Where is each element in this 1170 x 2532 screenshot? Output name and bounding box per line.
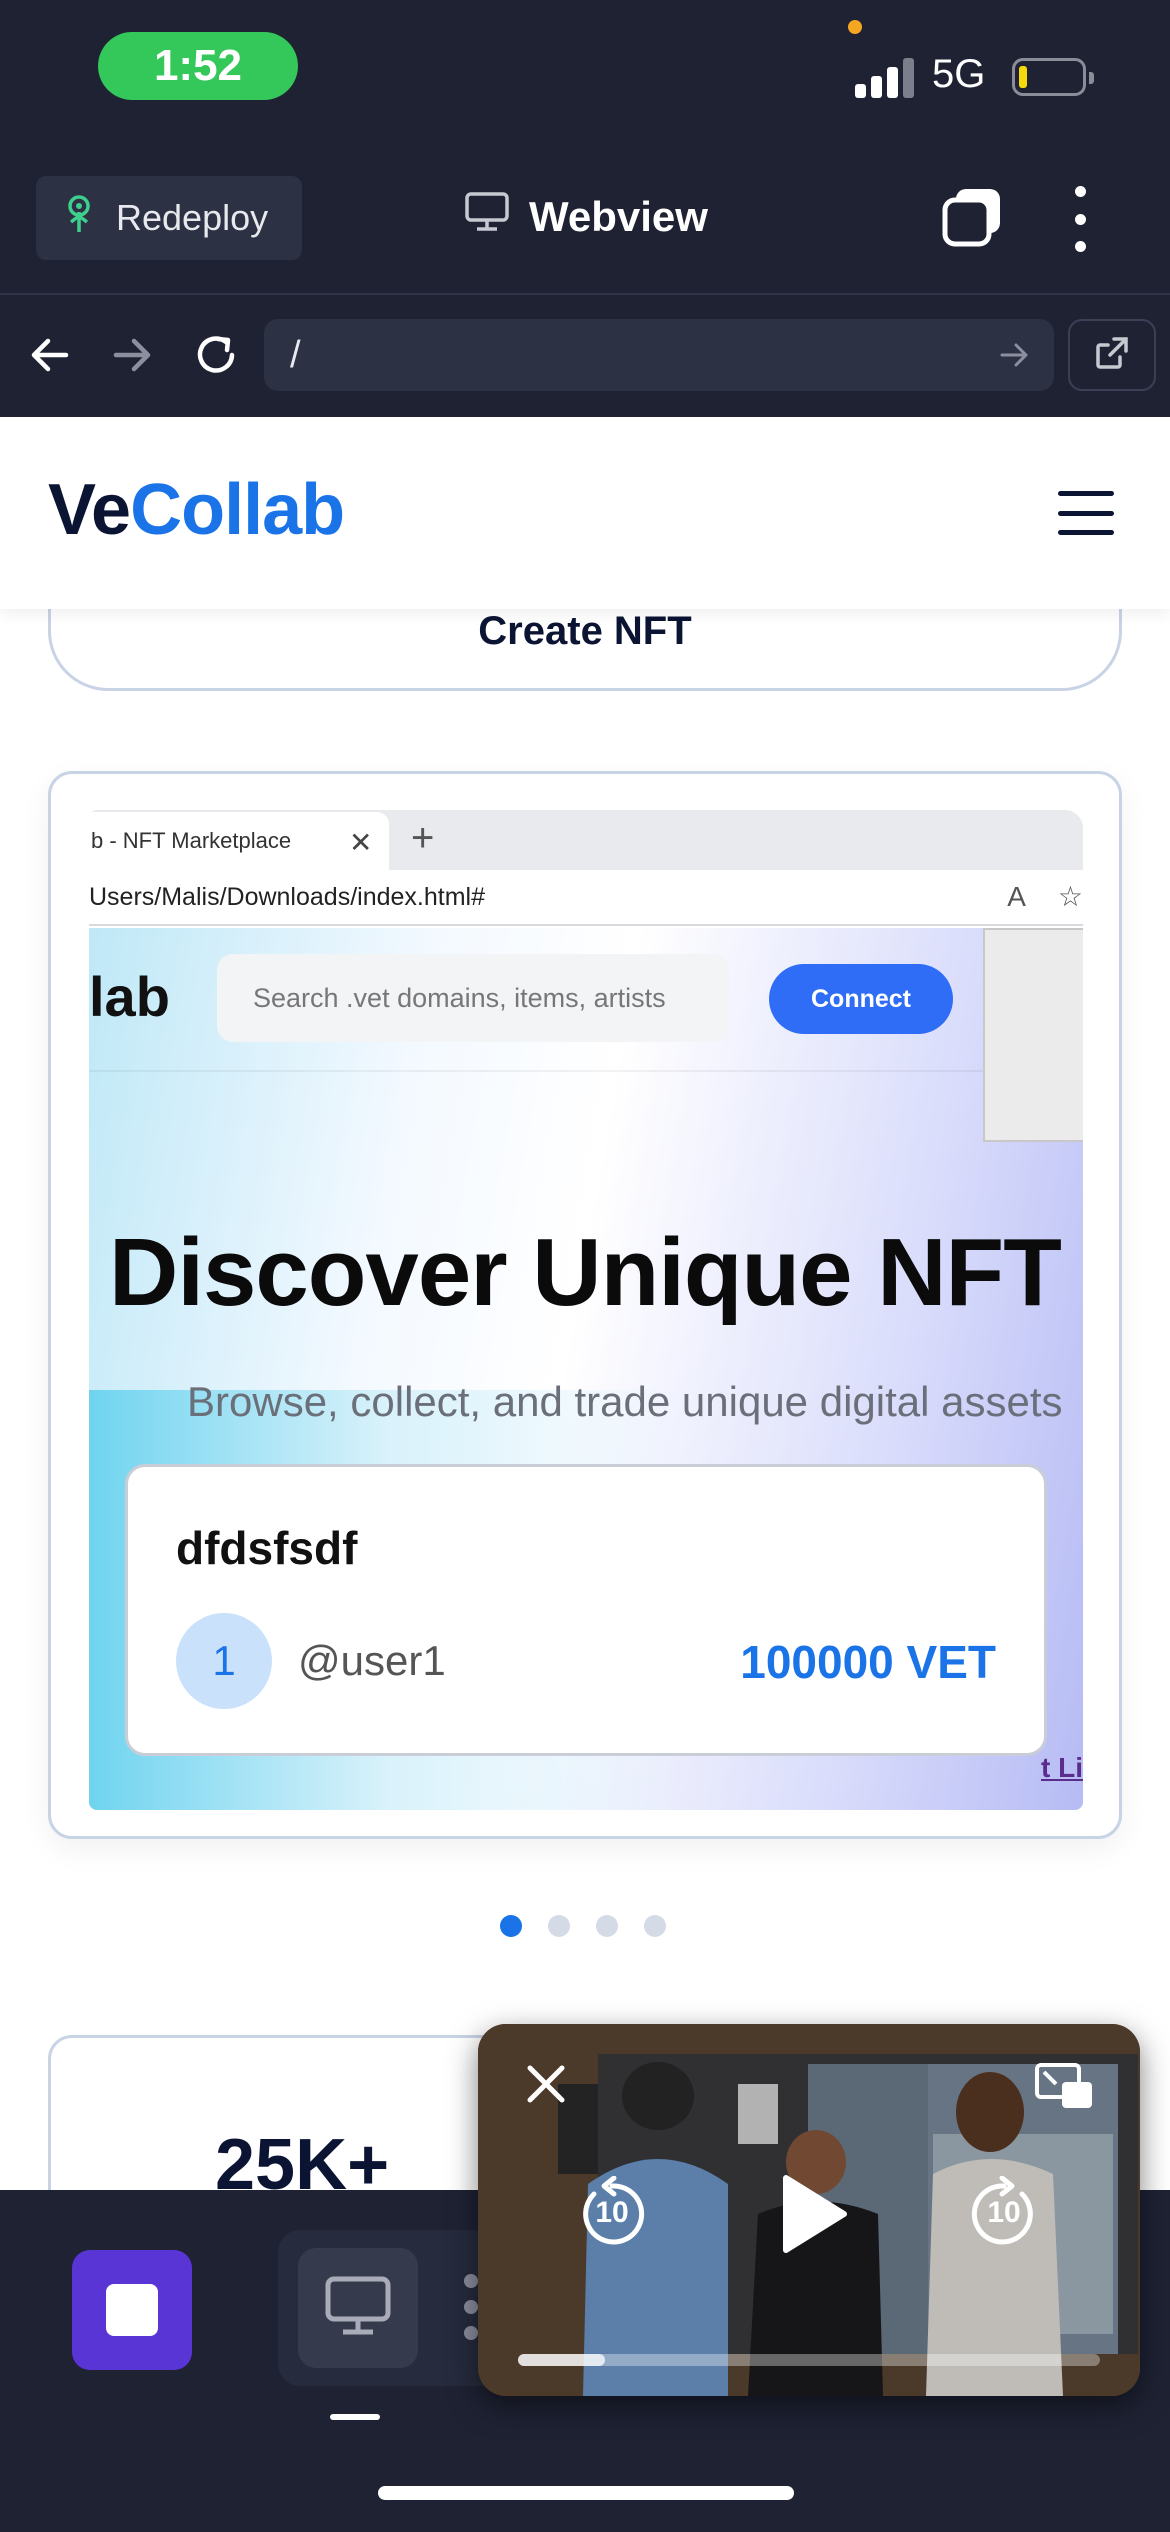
app-toolbar: Redeploy Webview — [0, 150, 1170, 295]
monitor-icon — [325, 2276, 391, 2341]
deploy-tree-icon — [62, 194, 96, 243]
dock-indicator — [330, 2414, 380, 2420]
marketplace-screenshot: b - NFT Marketplace ✕ + Users/Malis/Down… — [89, 810, 1083, 1810]
carousel-dot-1[interactable] — [500, 1915, 522, 1937]
screenshot-address: Users/Malis/Downloads/index.html# — [89, 882, 485, 911]
play-icon[interactable] — [768, 2172, 852, 2256]
webview-tab-button[interactable] — [298, 2248, 418, 2368]
nft-item-card: dfdsfsdf 1 @user1 100000 VET — [125, 1464, 1047, 1756]
forward-arrow-icon[interactable] — [104, 327, 160, 383]
vecollab-logo[interactable]: VeCollab — [48, 469, 345, 551]
status-bar: 1:52 5G — [0, 0, 1170, 150]
screenshot-connect-button: Connect — [769, 964, 953, 1034]
home-indicator[interactable] — [378, 2486, 794, 2500]
url-text: / — [290, 333, 301, 376]
open-external-button[interactable] — [1068, 319, 1156, 391]
screenshot-hero-title: Discover Unique NFT — [109, 1219, 1062, 1326]
cut-off-link: t Li — [1041, 1752, 1083, 1783]
cellular-signal-icon — [855, 58, 915, 98]
logo-collab: Collab — [130, 470, 345, 550]
go-arrow-icon[interactable] — [996, 337, 1032, 373]
video-progress-bar[interactable] — [518, 2354, 1100, 2366]
picture-in-picture-video[interactable]: 10 10 — [478, 2024, 1140, 2396]
logo-ve: Ve — [48, 470, 131, 550]
avatar: 1 — [176, 1613, 272, 1709]
expand-pip-icon[interactable] — [1034, 2062, 1096, 2112]
network-type: 5G — [932, 52, 986, 96]
monitor-icon — [465, 192, 509, 242]
status-time[interactable]: 1:52 — [98, 32, 298, 100]
carousel-dot-2[interactable] — [548, 1915, 570, 1937]
tab-close-icon: ✕ — [349, 827, 373, 858]
site-navbar: VeCollab — [0, 417, 1170, 609]
reload-icon[interactable] — [188, 327, 244, 383]
webview-title: Webview — [465, 192, 708, 242]
star-icon: ☆ — [1057, 881, 1083, 912]
screenshot-tabstrip: b - NFT Marketplace ✕ + — [89, 810, 1083, 870]
webview-title-text: Webview — [529, 193, 708, 240]
carousel-dots — [500, 1915, 666, 1937]
webview-content: VeCollab Create NFT b - NFT Marketplace … — [0, 417, 1170, 2190]
new-tab-icon: + — [411, 816, 435, 860]
video-progress-fill — [518, 2354, 606, 2366]
carousel-dot-4[interactable] — [644, 1915, 666, 1937]
privacy-indicator — [848, 20, 862, 34]
hamburger-menu-icon[interactable] — [1058, 491, 1114, 535]
screenshot-logo: lab — [89, 965, 170, 1028]
url-input[interactable]: / — [264, 319, 1054, 391]
browser-url-bar: / — [0, 297, 1170, 417]
tabs-icon[interactable] — [942, 186, 1004, 248]
forward-seconds: 10 — [987, 2196, 1021, 2229]
stat-value: 25K+ — [215, 2125, 390, 2190]
carousel-slide[interactable]: b - NFT Marketplace ✕ + Users/Malis/Down… — [48, 771, 1122, 1839]
battery-icon — [1012, 58, 1094, 96]
screenshot-divider — [89, 1070, 983, 1072]
external-link-icon — [1092, 333, 1132, 378]
stop-icon — [106, 2284, 158, 2336]
screenshot-search: Search .vet domains, items, artists — [217, 954, 729, 1042]
stop-button[interactable] — [72, 2250, 192, 2370]
screenshot-address-bar: Users/Malis/Downloads/index.html# A ☆ — [89, 870, 1083, 926]
more-options-icon[interactable] — [1070, 186, 1090, 252]
nft-item-name: dfdsfsdf — [176, 1522, 358, 1574]
forward-10-icon[interactable]: 10 — [966, 2176, 1042, 2252]
nft-price: 100000 VET — [740, 1636, 996, 1688]
read-aloud-icon: A — [1007, 880, 1026, 912]
rewind-10-icon[interactable]: 10 — [574, 2176, 650, 2252]
close-icon[interactable] — [524, 2062, 568, 2106]
nft-owner: @user1 — [298, 1637, 446, 1684]
back-arrow-icon[interactable] — [22, 327, 78, 383]
address-icons: A ☆ — [1007, 880, 1083, 913]
carousel-dot-3[interactable] — [596, 1915, 618, 1937]
screenshot-hero-subtitle: Browse, collect, and trade unique digita… — [187, 1378, 1063, 1425]
screenshot-hero: lab Search .vet domains, items, artists … — [89, 928, 1083, 1810]
rewind-seconds: 10 — [595, 2196, 629, 2229]
redeploy-label: Redeploy — [116, 197, 269, 238]
screenshot-tab: b - NFT Marketplace ✕ — [89, 812, 389, 870]
screenshot-side-panel — [983, 928, 1083, 1142]
redeploy-button[interactable]: Redeploy — [36, 176, 302, 260]
screenshot-tab-title: b - NFT Marketplace — [91, 828, 292, 853]
